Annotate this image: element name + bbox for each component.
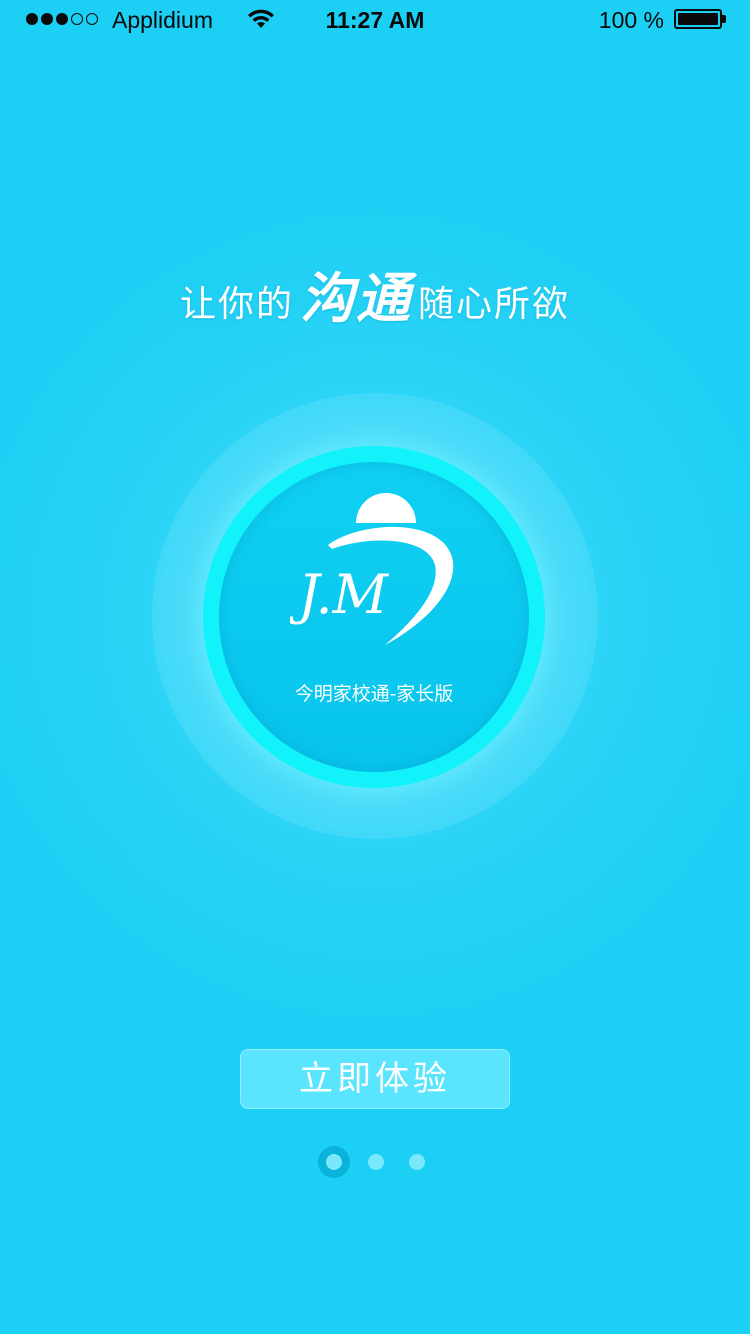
page-dot-3[interactable] [409,1154,425,1170]
page-dot-core [326,1154,342,1170]
page-indicator [0,1145,750,1179]
slogan: 让你的 沟通 随心所欲 [0,250,750,330]
battery-fill [678,13,718,25]
battery-percent: 100 % [598,7,664,33]
slogan-prefix: 让你的 [179,284,294,325]
battery-icon [674,9,722,29]
battery-tip [722,15,726,23]
jm-logo-icon: J.M [290,493,454,645]
page-dot-2[interactable] [368,1154,384,1170]
slogan-emphasis: 沟通 [300,267,412,330]
app-name: 今明家校通-家长版 [294,683,454,705]
try-now-button[interactable]: 立即体验 [240,1049,510,1109]
page-dot-1[interactable] [318,1146,350,1178]
logo-monogram: J.M [290,563,390,626]
splash-screen: Applidium 11:27 AM 100 % 让你的 沟通 随心所欲 J.M… [0,0,750,1334]
slogan-suffix: 随心所欲 [418,284,571,325]
status-bar: Applidium 11:27 AM 100 % [0,0,750,40]
